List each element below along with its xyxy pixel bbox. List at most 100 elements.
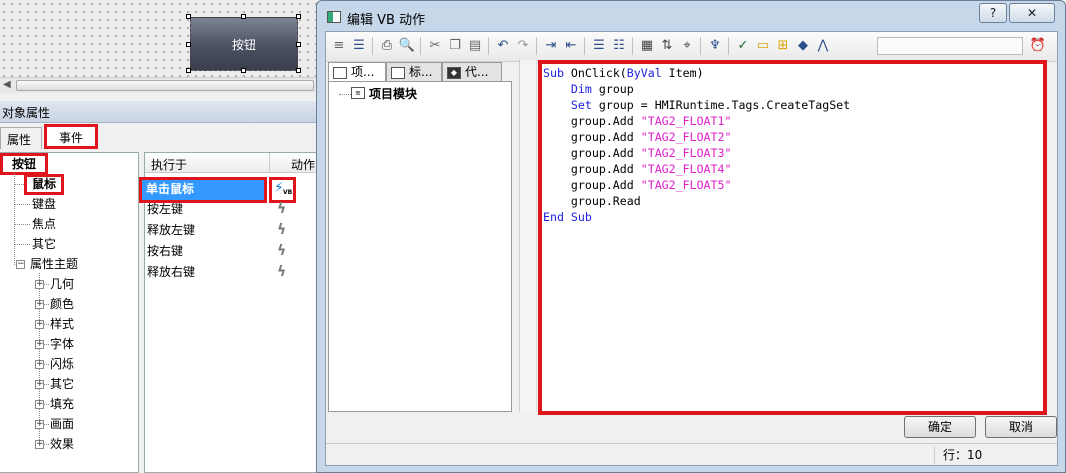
insert-object-icon[interactable]: ⊞ (774, 37, 792, 55)
tree-subitem[interactable]: 颜色 (50, 295, 74, 313)
event-row[interactable]: 按右键 ϟ (147, 241, 319, 261)
syntax-check-icon[interactable]: ♆ (706, 37, 724, 55)
trigger-clock-icon[interactable]: ⏰ (1029, 37, 1047, 55)
tree-subitem[interactable]: 填充 (50, 395, 74, 413)
tree-item-mouse[interactable]: 鼠标 (24, 174, 64, 195)
tree-group-property-topics[interactable]: 属性主题 (30, 255, 78, 273)
tab-project[interactable]: 项... (328, 62, 386, 83)
code-line[interactable]: Sub OnClick(ByVal Item) (543, 65, 850, 81)
bookmark-icon[interactable]: ▦ (638, 37, 656, 55)
lightning-icon[interactable]: ϟ (277, 264, 293, 280)
code-line[interactable]: group.Add "TAG2_FLOAT1" (543, 113, 850, 129)
tree-root-button[interactable]: 按钮 (0, 153, 48, 175)
resize-handle[interactable] (296, 14, 301, 19)
resize-handle[interactable] (186, 68, 191, 73)
vb-code-editor[interactable]: Sub OnClick(ByVal Item) Dim group Set gr… (538, 60, 1047, 415)
toolbar-input[interactable] (877, 37, 1023, 55)
expand-icon[interactable]: + (35, 440, 44, 449)
redo-icon[interactable]: ↷ (514, 37, 532, 55)
expand-icon[interactable]: + (35, 300, 44, 309)
tab-properties[interactable]: 属性 (0, 127, 42, 149)
scroll-thumb[interactable] (16, 80, 314, 91)
lightning-icon[interactable]: ϟ (277, 243, 293, 259)
tag-select-icon[interactable]: ✓ (734, 37, 752, 55)
edit-vb-action-dialog: 编辑 VB 动作 ? ✕ ≡ ☰ ⎙ 🔍 ✂ ❐ ▤ ↶ ↷ ⇥ ⇤ ☰ ☷ ▦… (316, 0, 1066, 473)
column-header-exec[interactable]: 执行于 (151, 156, 187, 173)
help-button[interactable]: ? (979, 3, 1007, 23)
resize-handle[interactable] (186, 42, 191, 47)
print-icon[interactable]: ⎙ (378, 37, 396, 55)
code-line[interactable]: Dim group (543, 81, 850, 97)
format-icon[interactable]: ☰ (350, 37, 368, 55)
uncomment-icon[interactable]: ☷ (610, 37, 628, 55)
collapse-icon[interactable]: − (16, 260, 25, 269)
tree-item-project-module[interactable]: 项目模块 (369, 85, 417, 102)
resize-handle[interactable] (241, 14, 246, 19)
expand-icon[interactable]: + (35, 380, 44, 389)
event-row[interactable]: 按左键 ϟ (147, 199, 319, 219)
event-action-list: 执行于 动作 单击鼠标 ⚡ VB 按左键 ϟ 释放左键 ϟ 按右键 ϟ 释放右键 ϟ (139, 152, 321, 473)
expand-icon[interactable]: + (35, 420, 44, 429)
close-button[interactable]: ✕ (1009, 3, 1055, 23)
compass-icon[interactable]: ⋀ (814, 37, 832, 55)
tree-item-other[interactable]: 其它 (32, 235, 56, 253)
scroll-left-arrow-icon[interactable]: ◀ (3, 79, 11, 90)
indent-icon[interactable]: ⇥ (542, 37, 560, 55)
tree-subitem[interactable]: 其它 (50, 375, 74, 393)
resize-handle[interactable] (296, 68, 301, 73)
resize-handle[interactable] (241, 68, 246, 73)
code-line[interactable]: group.Add "TAG2_FLOAT5" (543, 177, 850, 193)
paste-icon[interactable]: ▤ (466, 37, 484, 55)
resize-handle[interactable] (186, 14, 191, 19)
expand-icon[interactable]: + (35, 320, 44, 329)
event-list-header: 执行于 动作 (145, 153, 321, 173)
code-line[interactable]: End Sub (543, 209, 850, 225)
screen-object-icon[interactable]: ◆ (794, 37, 812, 55)
code-line[interactable]: Set group = HMIRuntime.Tags.CreateTagSet (543, 97, 850, 113)
tree-subitem[interactable]: 几何 (50, 275, 74, 293)
event-label: 释放左键 (147, 223, 196, 237)
tree-subitem[interactable]: 样式 (50, 315, 74, 333)
lightning-icon[interactable]: ϟ (277, 222, 293, 238)
lightning-icon[interactable]: ϟ (277, 201, 293, 217)
outdent-icon[interactable]: ⇤ (562, 37, 580, 55)
tree-item-keyboard[interactable]: 键盘 (32, 195, 56, 213)
properties-panel-header: 对象属性 (0, 101, 320, 123)
code-line[interactable]: group.Read (543, 193, 850, 209)
print-preview-icon[interactable]: 🔍 (398, 37, 416, 55)
module-icon (333, 67, 347, 79)
tab-code-templates[interactable]: ◆ 代... (442, 62, 502, 83)
tab-events[interactable]: 事件 (44, 124, 98, 149)
event-row[interactable]: 释放左键 ϟ (147, 220, 319, 240)
expand-icon[interactable]: + (35, 400, 44, 409)
canvas-horizontal-scrollbar[interactable]: ◀ (0, 77, 320, 93)
expand-icon[interactable]: + (35, 360, 44, 369)
resize-handle[interactable] (296, 42, 301, 47)
expand-icon[interactable]: + (35, 340, 44, 349)
undo-icon[interactable]: ↶ (494, 37, 512, 55)
next-bookmark-icon[interactable]: ⇅ (658, 37, 676, 55)
copy-icon[interactable]: ❐ (446, 37, 464, 55)
column-header-action[interactable]: 动作 (291, 156, 315, 173)
tree-subitem[interactable]: 画面 (50, 415, 74, 433)
dialog-titlebar[interactable]: 编辑 VB 动作 ? ✕ (317, 1, 1065, 31)
clear-bookmarks-icon[interactable]: ⌖ (678, 37, 696, 55)
event-row[interactable]: 释放右键 ϟ (147, 262, 319, 282)
tab-label: 代... (465, 65, 489, 79)
tree-subitem[interactable]: 效果 (50, 435, 74, 453)
canvas-button-object[interactable]: 按钮 (190, 17, 298, 71)
cancel-button[interactable]: 取消 (985, 416, 1057, 438)
ok-button[interactable]: 确定 (904, 416, 976, 438)
tab-standard[interactable]: 标... (386, 62, 442, 83)
code-text[interactable]: Sub OnClick(ByVal Item) Dim group Set gr… (543, 65, 850, 225)
folder-icon[interactable]: ▭ (754, 37, 772, 55)
tree-item-focus[interactable]: 焦点 (32, 215, 56, 233)
tree-subitem[interactable]: 闪烁 (50, 355, 74, 373)
cut-icon[interactable]: ✂ (426, 37, 444, 55)
code-line[interactable]: group.Add "TAG2_FLOAT3" (543, 145, 850, 161)
code-line[interactable]: group.Add "TAG2_FLOAT4" (543, 161, 850, 177)
expand-icon[interactable]: + (35, 280, 44, 289)
comment-icon[interactable]: ☰ (590, 37, 608, 55)
tree-subitem[interactable]: 字体 (50, 335, 74, 353)
code-line[interactable]: group.Add "TAG2_FLOAT2" (543, 129, 850, 145)
